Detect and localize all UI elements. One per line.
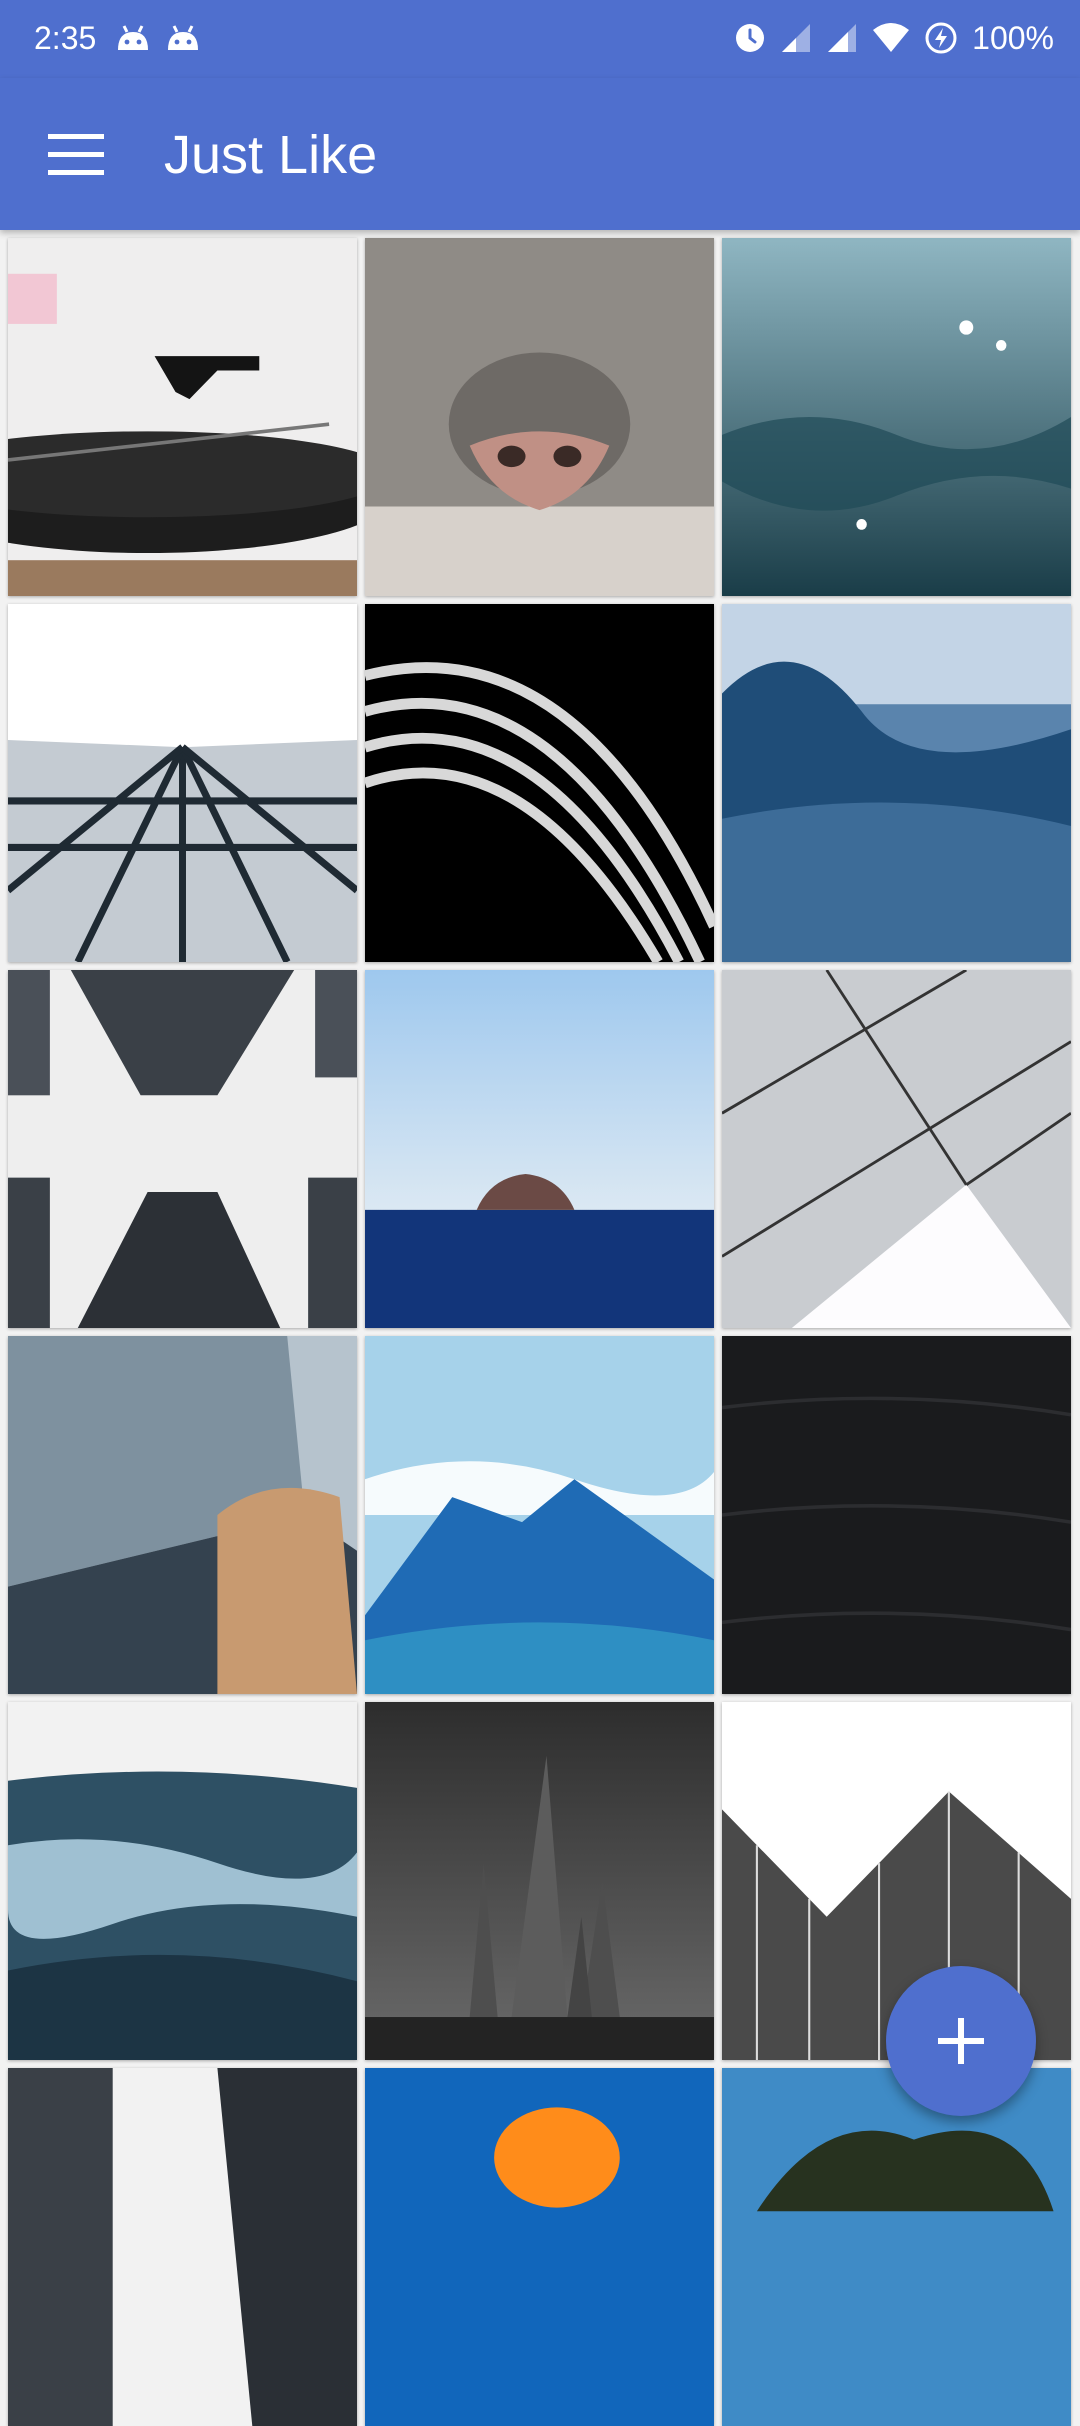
hamburger-menu-icon [48, 134, 104, 175]
battery-saver-icon [925, 22, 957, 54]
status-bar: 2:35 100% [0, 0, 1080, 78]
alarm-icon [736, 24, 765, 52]
android-icon [118, 25, 148, 50]
image-tile-building-facade[interactable] [8, 604, 357, 962]
image-tile-rocky-water[interactable] [8, 1702, 357, 2060]
image-tile-dark-sand[interactable] [722, 1336, 1071, 1694]
image-tile-cat-nose[interactable] [365, 238, 714, 596]
app-title: Just Like [164, 125, 378, 185]
image-tile-rock-spires[interactable] [365, 1702, 714, 2060]
signal-icon [828, 24, 857, 52]
image-tile-tree-sky[interactable] [722, 2068, 1071, 2426]
image-tile-mountains-clouds[interactable] [365, 1336, 714, 1694]
battery-percentage: 100% [972, 20, 1054, 56]
image-tile-skyscrapers[interactable] [8, 970, 357, 1328]
image-tile-building-partial[interactable] [8, 2068, 357, 2426]
status-time: 2:35 [34, 20, 97, 56]
android-icon [168, 25, 198, 50]
menu-button[interactable] [30, 114, 126, 194]
image-tile-ocean-wave[interactable] [722, 604, 1071, 962]
image-tile-geometric-building[interactable] [722, 970, 1071, 1328]
image-tile-water-surface[interactable] [722, 238, 1071, 596]
image-tile-curved-architecture[interactable] [365, 604, 714, 962]
signal-icon [782, 24, 811, 52]
app-bar: Just Like [0, 78, 1080, 230]
image-tile-island-sea[interactable] [365, 970, 714, 1328]
add-button[interactable] [886, 1966, 1036, 2116]
image-tile-turntable[interactable] [8, 238, 357, 596]
image-tile-metal-architecture[interactable] [8, 1336, 357, 1694]
add-icon [938, 2018, 984, 2064]
image-tile-orange-object[interactable] [365, 2068, 714, 2426]
wifi-icon [873, 23, 910, 52]
